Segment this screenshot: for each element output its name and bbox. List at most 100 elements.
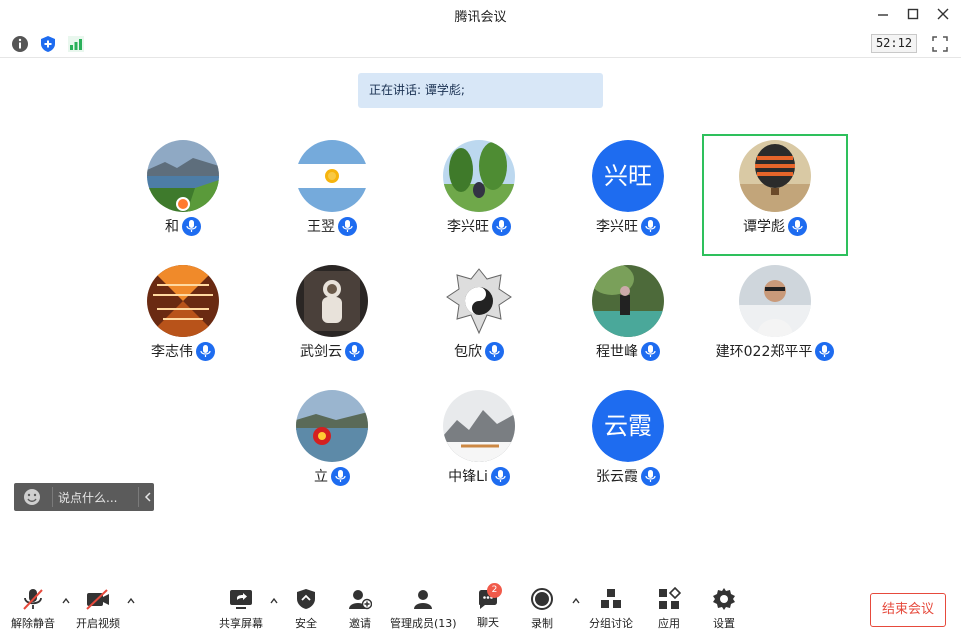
avatar-initials: 云霞 <box>592 390 664 462</box>
participant-name: 立 <box>314 469 328 485</box>
participant-tile[interactable]: 建环022郑平平 <box>702 259 848 381</box>
participant-name-row: 谭学彪 <box>704 216 846 236</box>
minimize-icon <box>878 14 888 16</box>
participant-tile[interactable]: 李志伟 <box>110 259 256 381</box>
signal-icon[interactable] <box>67 35 85 53</box>
settings-button[interactable]: 设置 <box>704 587 744 633</box>
mic-icon <box>641 341 660 361</box>
participant-name: 和 <box>165 219 179 235</box>
close-button[interactable] <box>932 4 954 26</box>
start-video-button[interactable]: 开启视频 <box>74 587 122 633</box>
avatar <box>443 140 515 212</box>
muted-mic-icon <box>23 589 43 610</box>
participant-tile-active-speaker[interactable]: 谭学彪 <box>702 134 848 256</box>
add-user-icon <box>349 590 372 610</box>
mic-icon <box>331 466 350 486</box>
divider <box>138 487 139 507</box>
breakout-icon <box>601 589 621 608</box>
record-options-chevron-icon[interactable] <box>571 591 581 604</box>
participant-tile[interactable]: 兴旺 李兴旺 <box>555 134 701 256</box>
participant-tile[interactable]: 王翌 <box>259 134 405 256</box>
mic-icon <box>485 341 504 361</box>
participant-tile[interactable]: 程世峰 <box>555 259 701 381</box>
avatar <box>739 265 811 337</box>
start-video-label: 开启视频 <box>76 617 120 630</box>
minimize-button[interactable] <box>872 4 894 26</box>
fullscreen-icon[interactable] <box>932 36 948 52</box>
participant-tile[interactable]: 李兴旺 <box>406 134 552 256</box>
audio-options-chevron-icon[interactable] <box>61 591 71 604</box>
mic-icon <box>345 341 364 361</box>
share-options-chevron-icon[interactable] <box>269 591 279 604</box>
chat-placeholder[interactable]: 说点什么... <box>58 489 117 506</box>
participant-name: 张云霞 <box>596 469 638 485</box>
participant-name: 李兴旺 <box>596 219 638 235</box>
apps-icon <box>659 587 681 609</box>
mic-icon <box>788 216 807 236</box>
video-off-icon <box>86 589 109 610</box>
avatar <box>296 390 368 462</box>
settings-label: 设置 <box>713 617 735 630</box>
info-icon[interactable] <box>11 35 29 53</box>
meeting-info-bar: 52:12 <box>0 30 961 58</box>
avatar <box>739 140 811 212</box>
breakout-rooms-button[interactable]: 分组讨论 <box>587 587 635 633</box>
avatar <box>296 265 368 337</box>
share-screen-label: 共享屏幕 <box>219 617 263 630</box>
share-screen-button[interactable]: 共享屏幕 <box>218 587 264 633</box>
invite-button[interactable]: 邀请 <box>340 587 380 633</box>
apps-button[interactable]: 应用 <box>649 587 689 633</box>
host-badge-icon <box>176 197 190 211</box>
meeting-timer: 52:12 <box>871 34 917 53</box>
unmute-button[interactable]: 解除静音 <box>10 587 56 633</box>
chat-button[interactable]: 2 聊天 <box>468 583 508 633</box>
mic-icon <box>492 216 511 236</box>
participant-tile[interactable]: 包欣 <box>406 259 552 381</box>
speaking-indicator: 正在讲话: 谭学彪; <box>358 73 603 108</box>
shield-icon <box>297 589 315 609</box>
collapse-chevron-icon[interactable] <box>142 488 154 509</box>
participant-tile[interactable]: 立 <box>259 384 405 506</box>
manage-members-label: 管理成员(13) <box>390 617 457 630</box>
record-button[interactable]: 录制 <box>522 587 562 633</box>
security-button[interactable]: 安全 <box>286 587 326 633</box>
participant-tile[interactable]: 云霞 张云霞 <box>555 384 701 506</box>
avatar <box>592 265 664 337</box>
participant-name-row: 和 <box>110 216 256 236</box>
speaking-text: 正在讲话: 谭学彪; <box>369 83 465 97</box>
chat-label: 聊天 <box>477 616 499 629</box>
participant-name-row: 立 <box>259 466 405 486</box>
gear-icon <box>713 588 735 610</box>
share-screen-icon <box>230 590 252 609</box>
mic-icon <box>338 216 357 236</box>
close-icon <box>937 8 949 20</box>
participant-name-row: 王翌 <box>259 216 405 236</box>
apps-label: 应用 <box>658 617 680 630</box>
maximize-icon <box>907 8 919 20</box>
end-meeting-button[interactable]: 结束会议 <box>870 593 946 627</box>
participant-name: 程世峰 <box>596 344 638 360</box>
shield-icon[interactable] <box>39 35 57 53</box>
video-options-chevron-icon[interactable] <box>126 591 136 604</box>
chat-quick-input[interactable]: 说点什么... <box>14 483 154 511</box>
mic-icon <box>641 216 660 236</box>
meeting-toolbar: 解除静音 开启视频 共享屏幕 安全 邀请 管理成员(13) 2 聊天 录制 分组… <box>0 583 961 635</box>
participant-tile[interactable]: 中锋Li <box>406 384 552 506</box>
record-label: 录制 <box>531 617 553 630</box>
participant-name-row: 包欣 <box>406 341 552 361</box>
participant-name-row: 李志伟 <box>110 341 256 361</box>
unmute-label: 解除静音 <box>11 617 55 630</box>
participant-name-row: 李兴旺 <box>555 216 701 236</box>
maximize-button[interactable] <box>902 4 924 26</box>
participant-name-row: 中锋Li <box>406 466 552 486</box>
window-title: 腾讯会议 <box>454 10 507 25</box>
avatar <box>443 390 515 462</box>
participant-name: 建环022郑平平 <box>715 344 813 360</box>
participant-name: 谭学彪 <box>743 219 785 235</box>
participant-name-row: 建环022郑平平 <box>702 341 848 361</box>
breakout-label: 分组讨论 <box>589 617 633 630</box>
manage-members-button[interactable]: 管理成员(13) <box>390 587 457 633</box>
emoji-icon[interactable] <box>23 488 41 509</box>
participant-tile[interactable]: 和 <box>110 134 256 256</box>
participant-tile[interactable]: 武剑云 <box>259 259 405 381</box>
